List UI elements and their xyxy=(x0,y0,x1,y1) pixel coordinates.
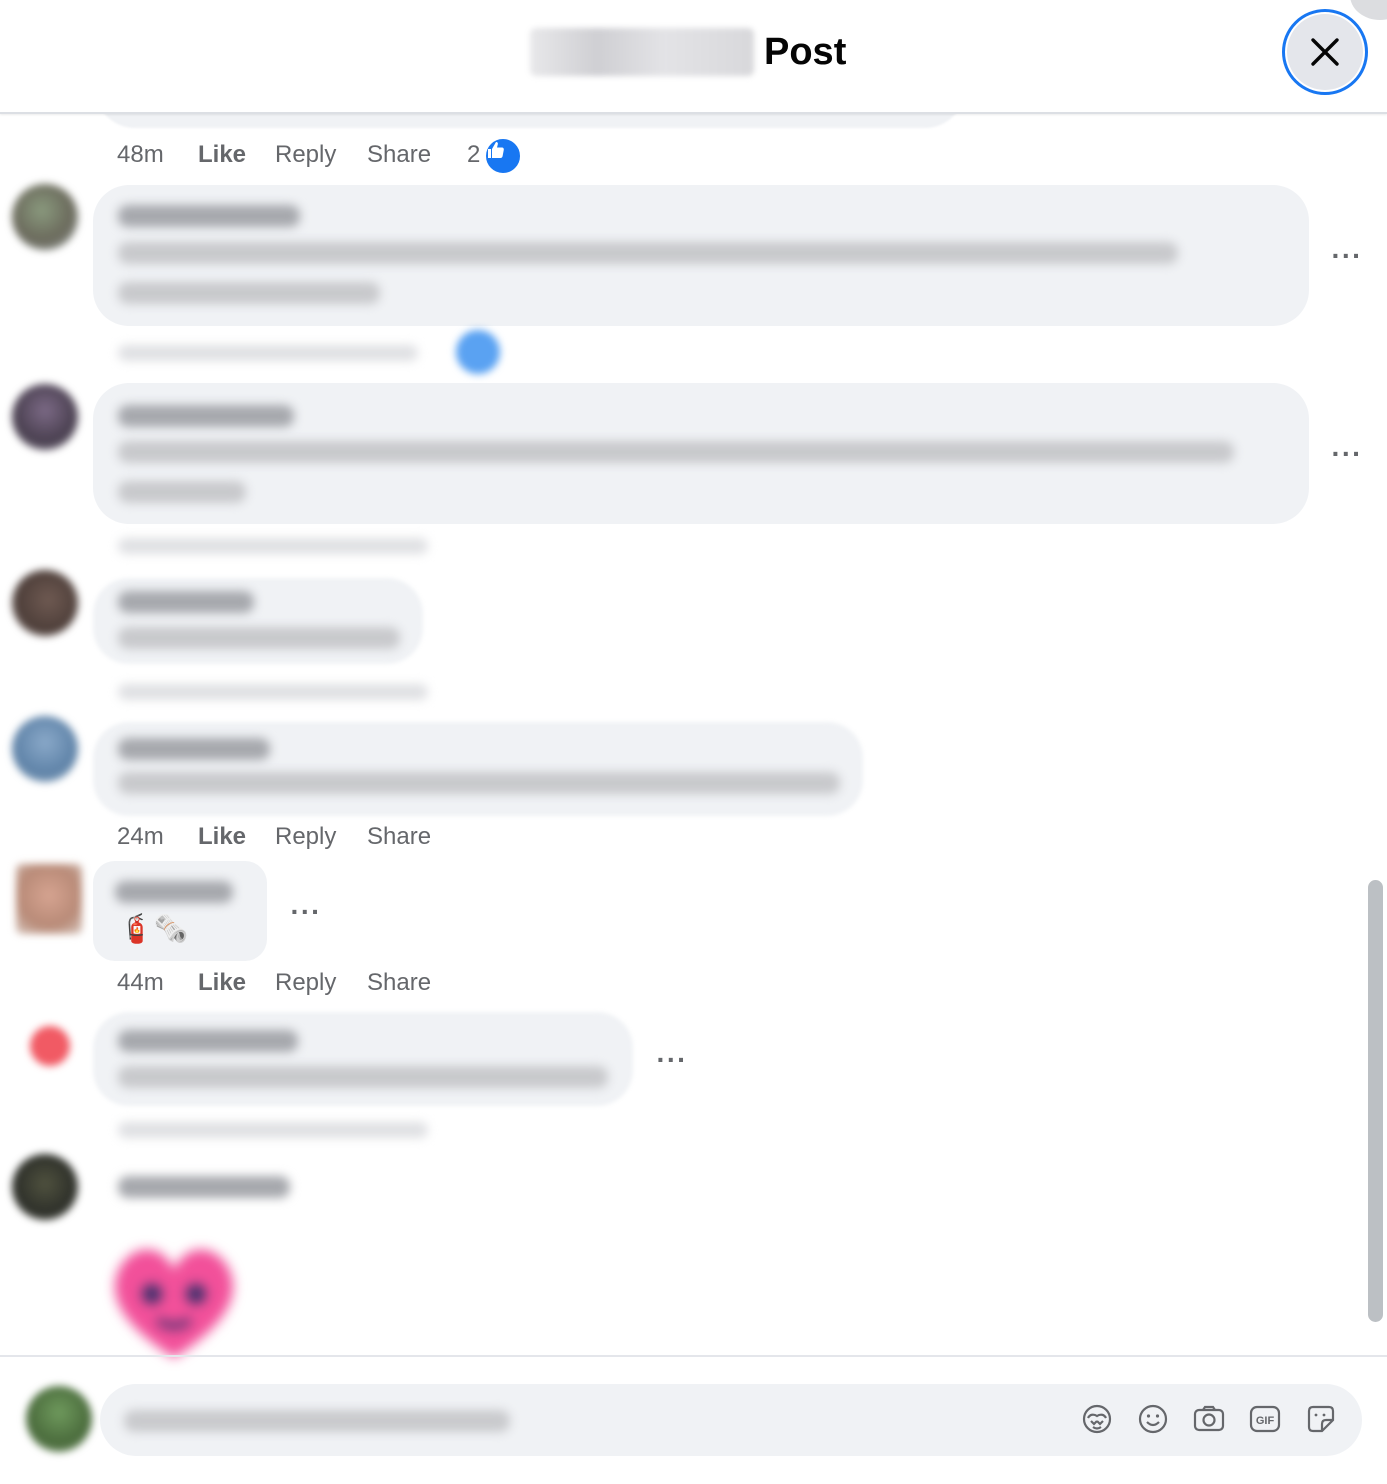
avatar[interactable] xyxy=(12,384,78,450)
emoji-icon[interactable] xyxy=(1136,1396,1170,1442)
comment-author xyxy=(118,405,294,427)
share-button[interactable]: Share xyxy=(367,823,467,851)
avatar[interactable] xyxy=(12,184,78,250)
like-reaction-icon xyxy=(484,137,523,175)
comment-author xyxy=(118,1176,290,1198)
comment-time[interactable]: 48m xyxy=(117,141,198,169)
love-reaction-icon xyxy=(516,137,555,175)
like-reaction-icon xyxy=(456,330,500,374)
avatar[interactable] xyxy=(12,570,78,636)
reply-button[interactable]: Reply xyxy=(275,823,367,851)
comment-meta-6: 44m Like Reply Share xyxy=(117,966,467,1000)
post-dialog-header: Post xyxy=(0,0,1387,114)
share-button[interactable]: Share xyxy=(367,969,467,997)
comment-bubble: 🧯🗞️ xyxy=(93,861,267,961)
more-options-icon[interactable]: ··· xyxy=(1327,236,1367,276)
like-button[interactable]: Like xyxy=(198,141,275,169)
current-user-avatar[interactable] xyxy=(26,1386,92,1452)
author-name-redacted xyxy=(530,28,754,76)
close-button[interactable] xyxy=(1282,9,1368,95)
heart-sticker xyxy=(108,1240,240,1362)
comment-text xyxy=(118,441,1234,463)
reaction-count[interactable]: 2 xyxy=(467,141,480,169)
reaction-summary[interactable] xyxy=(484,135,555,175)
comment-text xyxy=(118,282,380,304)
camera-icon[interactable] xyxy=(1192,1396,1226,1442)
comment-author xyxy=(118,738,270,760)
comment-text xyxy=(118,242,1178,264)
corner-avatar xyxy=(1350,0,1387,20)
dialog-title: Post xyxy=(530,24,846,80)
like-button[interactable]: Like xyxy=(198,823,275,851)
comment-time[interactable]: 44m xyxy=(117,969,198,997)
gif-icon[interactable]: GIF xyxy=(1248,1396,1282,1442)
comment-emoji: 🧯🗞️ xyxy=(119,913,189,944)
avatar-sticker-icon[interactable] xyxy=(1080,1396,1114,1442)
avatar[interactable] xyxy=(16,864,82,934)
comment-time[interactable]: 24m xyxy=(117,823,198,851)
comment-text xyxy=(118,627,400,649)
comment-input-placeholder xyxy=(124,1410,510,1432)
share-button[interactable]: Share xyxy=(367,141,467,169)
close-icon xyxy=(1311,38,1339,66)
more-options-icon[interactable]: ··· xyxy=(286,892,326,932)
avatar[interactable] xyxy=(12,1154,78,1220)
comment-bubble xyxy=(93,722,863,816)
comment-meta-5: 24m Like Reply Share xyxy=(117,820,467,854)
sticker-icon[interactable] xyxy=(1304,1396,1338,1442)
comment-text xyxy=(118,481,246,503)
comment-bubble xyxy=(93,1012,633,1106)
avatar[interactable] xyxy=(30,1026,70,1066)
comment-text xyxy=(118,1066,608,1088)
scrollbar-thumb[interactable] xyxy=(1368,880,1383,1322)
reply-button[interactable]: Reply xyxy=(275,141,367,169)
comment-meta xyxy=(118,684,428,700)
reply-button[interactable]: Reply xyxy=(275,969,367,997)
comment-author xyxy=(118,1030,298,1052)
comment-author xyxy=(118,205,300,227)
comment-author xyxy=(118,591,254,613)
comment-meta xyxy=(118,538,428,554)
composer-divider xyxy=(0,1355,1387,1357)
comment-meta xyxy=(118,1122,428,1138)
svg-text:GIF: GIF xyxy=(1256,1415,1275,1427)
comment-meta xyxy=(118,345,418,361)
dialog-title-text: Post xyxy=(764,30,847,73)
more-options-icon[interactable]: ··· xyxy=(652,1040,692,1080)
comment-text xyxy=(118,772,840,794)
comment-meta-1: 48m Like Reply Share 2 xyxy=(117,135,555,175)
comment-author xyxy=(115,881,233,903)
like-button[interactable]: Like xyxy=(198,969,275,997)
more-options-icon[interactable]: ··· xyxy=(1327,434,1367,474)
avatar[interactable] xyxy=(12,716,78,782)
composer-toolbar: GIF xyxy=(1080,1396,1338,1442)
